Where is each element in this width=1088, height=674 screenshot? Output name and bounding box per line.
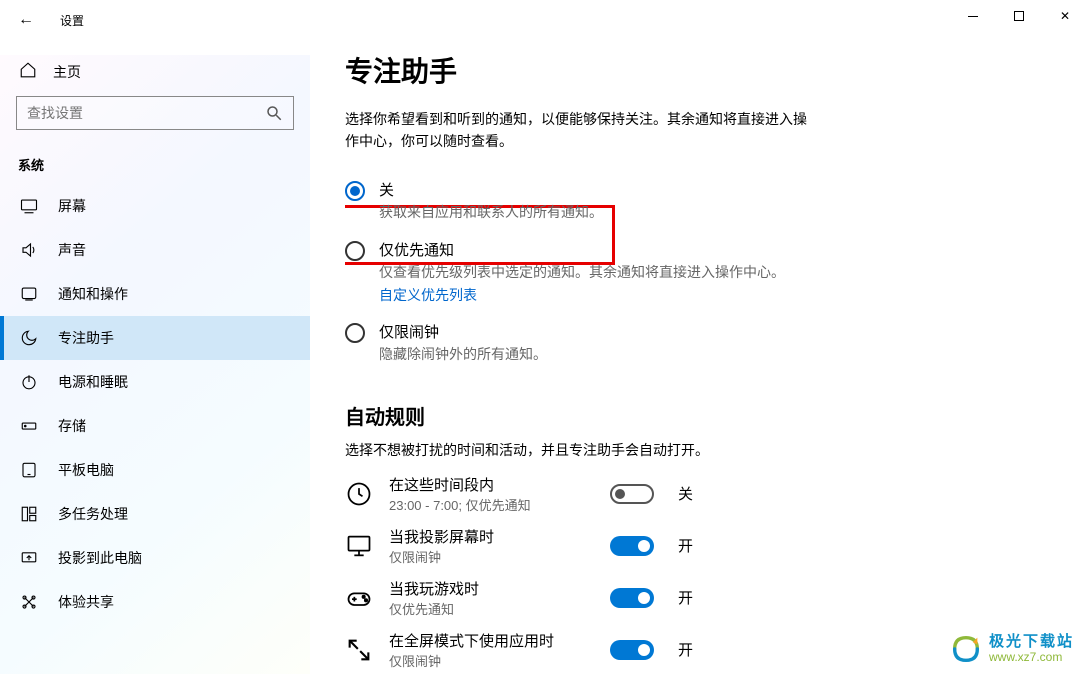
sidebar-item-moon[interactable]: 专注助手 [0, 316, 310, 360]
sidebar-item-label: 平板电脑 [58, 460, 114, 480]
sidebar-item-project[interactable]: 投影到此电脑 [0, 536, 310, 580]
page-lead: 选择你希望看到和听到的通知，以便能够保持关注。其余通知将直接进入操作中心，你可以… [345, 108, 815, 153]
rule-title: 在全屏模式下使用应用时 [389, 630, 594, 651]
maximize-button[interactable] [996, 0, 1042, 32]
toggle-state: 开 [678, 587, 693, 608]
rule-toggle[interactable] [610, 640, 654, 660]
customize-link[interactable]: 自定义优先列表 [379, 285, 477, 305]
auto-rule-1[interactable]: 当我投影屏幕时仅限闹钟 开 [345, 526, 1068, 566]
sidebar-item-label: 通知和操作 [58, 284, 128, 304]
titlebar: ← 设置 ✕ [0, 0, 1088, 40]
focus-option-2[interactable]: 仅限闹钟隐藏除闹钟外的所有通知。 [345, 313, 1068, 373]
rule-toggle[interactable] [610, 588, 654, 608]
rule-toggle[interactable] [610, 536, 654, 556]
sidebar-item-label: 多任务处理 [58, 504, 128, 524]
sidebar-item-label: 声音 [58, 240, 86, 260]
focus-option-0[interactable]: 关获取来自应用和联系人的所有通知。 [345, 171, 1068, 231]
rule-sub: 23:00 - 7:00; 仅优先通知 [389, 495, 594, 514]
sidebar-item-notif[interactable]: 通知和操作 [0, 272, 310, 316]
option-label: 关 [379, 179, 603, 200]
share-icon [20, 593, 38, 611]
sidebar-item-label: 屏幕 [58, 196, 86, 216]
sidebar-item-sound[interactable]: 声音 [0, 228, 310, 272]
auto-rules-heading: 自动规则 [345, 401, 1068, 430]
sidebar-item-multi[interactable]: 多任务处理 [0, 492, 310, 536]
sidebar-item-power[interactable]: 电源和睡眠 [0, 360, 310, 404]
auto-rules-sub: 选择不想被打扰的时间和活动，并且专注助手会自动打开。 [345, 440, 1068, 460]
radio-button[interactable] [345, 181, 365, 201]
sidebar-item-label: 电源和睡眠 [58, 372, 128, 392]
option-desc: 仅查看优先级列表中选定的通知。其余通知将直接进入操作中心。 [379, 262, 785, 283]
project-icon [20, 549, 38, 567]
option-desc: 隐藏除闹钟外的所有通知。 [379, 344, 547, 365]
tablet-icon [20, 461, 38, 479]
radio-button[interactable] [345, 323, 365, 343]
focus-option-1[interactable]: 仅优先通知仅查看优先级列表中选定的通知。其余通知将直接进入操作中心。自定义优先列… [345, 231, 1068, 313]
game-icon [345, 584, 373, 612]
page-title: 专注助手 [345, 50, 1068, 90]
watermark-logo-icon [949, 632, 983, 666]
rule-title: 在这些时间段内 [389, 474, 594, 495]
storage-icon [20, 417, 38, 435]
rule-title: 当我投影屏幕时 [389, 526, 594, 547]
sidebar: 主页 系统 屏幕声音通知和操作专注助手电源和睡眠存储平板电脑多任务处理投影到此电… [0, 55, 310, 674]
home-button[interactable]: 主页 [16, 55, 294, 96]
sidebar-item-label: 投影到此电脑 [58, 548, 142, 568]
watermark: 极光下载站 www.xz7.com [949, 632, 1074, 666]
sound-icon [20, 241, 38, 259]
back-button[interactable]: ← [18, 11, 38, 29]
focus-options: 关获取来自应用和联系人的所有通知。仅优先通知仅查看优先级列表中选定的通知。其余通… [345, 171, 1068, 373]
nav-list: 屏幕声音通知和操作专注助手电源和睡眠存储平板电脑多任务处理投影到此电脑体验共享 [0, 184, 310, 624]
close-button[interactable]: ✕ [1042, 0, 1088, 32]
search-box[interactable] [16, 96, 294, 130]
display-icon [20, 197, 38, 215]
sidebar-item-label: 专注助手 [58, 328, 114, 348]
home-icon [19, 61, 37, 82]
fullscreen-icon [345, 636, 373, 664]
rule-sub: 仅限闹钟 [389, 651, 594, 670]
rule-title: 当我玩游戏时 [389, 578, 594, 599]
rule-toggle[interactable] [610, 484, 654, 504]
option-label: 仅限闹钟 [379, 321, 547, 342]
rule-sub: 仅优先通知 [389, 599, 594, 618]
minimize-button[interactable] [950, 0, 996, 32]
toggle-state: 关 [678, 483, 693, 504]
sidebar-item-tablet[interactable]: 平板电脑 [0, 448, 310, 492]
category-heading: 系统 [16, 155, 294, 174]
watermark-brand: 极光下载站 [989, 634, 1074, 651]
sidebar-item-share[interactable]: 体验共享 [0, 580, 310, 624]
sidebar-item-storage[interactable]: 存储 [0, 404, 310, 448]
moon-icon [20, 329, 38, 347]
sidebar-item-label: 存储 [58, 416, 86, 436]
search-icon [265, 104, 283, 122]
power-icon [20, 373, 38, 391]
toggle-state: 开 [678, 639, 693, 660]
multi-icon [20, 505, 38, 523]
notif-icon [20, 285, 38, 303]
rule-sub: 仅限闹钟 [389, 547, 594, 566]
search-input[interactable] [27, 105, 265, 121]
clock-icon [345, 480, 373, 508]
toggle-state: 开 [678, 535, 693, 556]
option-label: 仅优先通知 [379, 239, 785, 260]
screen-icon [345, 532, 373, 560]
option-desc: 获取来自应用和联系人的所有通知。 [379, 202, 603, 223]
sidebar-item-label: 体验共享 [58, 592, 114, 612]
window-title: 设置 [60, 12, 84, 29]
auto-rule-2[interactable]: 当我玩游戏时仅优先通知 开 [345, 578, 1068, 618]
content-area: 专注助手 选择你希望看到和听到的通知，以便能够保持关注。其余通知将直接进入操作中… [345, 50, 1068, 674]
radio-button[interactable] [345, 241, 365, 261]
watermark-url: www.xz7.com [989, 651, 1074, 664]
sidebar-item-display[interactable]: 屏幕 [0, 184, 310, 228]
home-label: 主页 [53, 62, 81, 82]
auto-rule-0[interactable]: 在这些时间段内23:00 - 7:00; 仅优先通知 关 [345, 474, 1068, 514]
